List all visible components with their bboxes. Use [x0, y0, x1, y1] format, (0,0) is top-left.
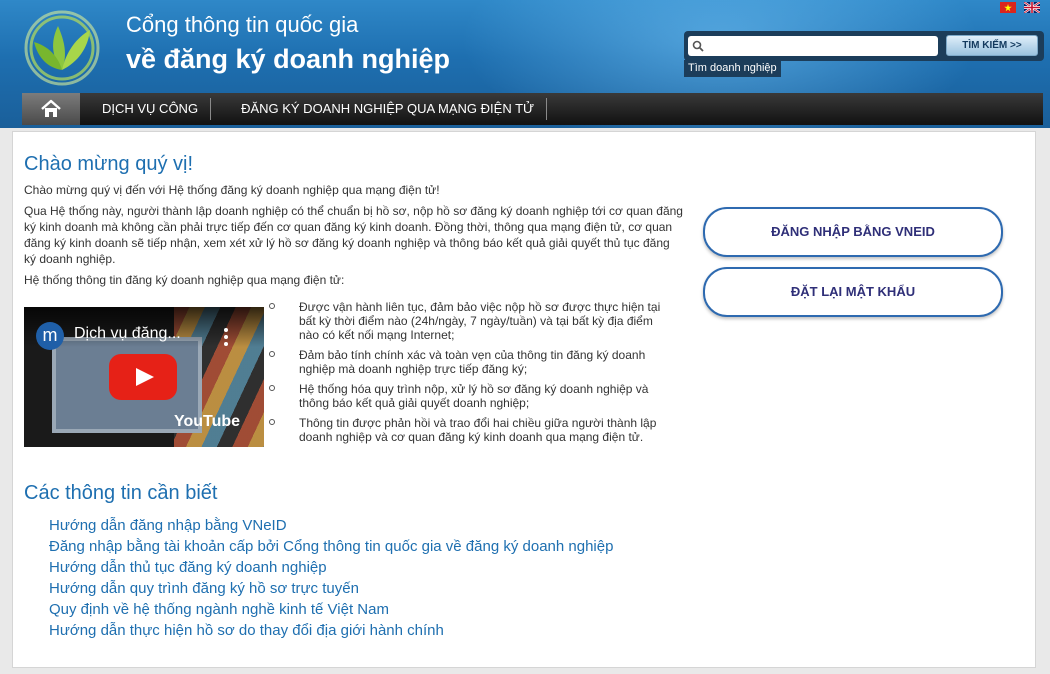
- feature-text: Hệ thống hóa quy trình nộp, xử lý hồ sơ …: [299, 382, 649, 410]
- youtube-video-embed[interactable]: m Dịch vụ đăng... YouTube: [24, 307, 264, 447]
- intro-paragraph-2: Qua Hệ thống này, người thành lập doanh …: [24, 204, 683, 266]
- list-item: Được vận hành liên tục, đảm bảo việc nộp…: [269, 300, 671, 342]
- uk-flag-icon[interactable]: [1024, 2, 1040, 13]
- list-item: Hướng dẫn thủ tục đăng ký doanh nghiệp: [49, 557, 613, 578]
- bullet-icon: [269, 351, 275, 357]
- search-field: [688, 36, 938, 56]
- bullet-icon: [269, 419, 275, 425]
- main-navbar: DỊCH VỤ CÔNG ĐĂNG KÝ DOANH NGHIỆP QUA MẠ…: [22, 93, 1043, 125]
- search-box: TÌM KIẾM >>: [684, 31, 1044, 61]
- bullet-icon: [269, 303, 275, 309]
- link-boundary-change-guide[interactable]: Hướng dẫn thực hiện hồ sơ do thay đổi đị…: [49, 622, 444, 639]
- welcome-heading: Chào mừng quý vị!: [24, 153, 194, 175]
- link-online-process-guide[interactable]: Hướng dẫn quy trình đăng ký hồ sơ trực t…: [49, 580, 359, 597]
- info-links-list: Hướng dẫn đăng nhập bằng VNeID Đăng nhập…: [49, 515, 613, 641]
- intro-paragraph-1: Chào mừng quý vị đến với Hệ thống đăng k…: [24, 183, 440, 197]
- main-content: Chào mừng quý vị! Chào mừng quý vị đến v…: [12, 131, 1036, 668]
- vietnam-flag-icon[interactable]: [1000, 2, 1016, 13]
- site-title-line2: về đăng ký doanh nghiệp: [126, 44, 451, 74]
- nav-item-dich-vu-cong[interactable]: DỊCH VỤ CÔNG: [90, 98, 212, 120]
- search-button[interactable]: TÌM KIẾM >>: [946, 35, 1038, 56]
- list-item: Đảm bảo tính chính xác và toàn vẹn của t…: [269, 348, 671, 376]
- site-header: Cổng thông tin quốc gia về đăng ký doanh…: [0, 0, 1050, 128]
- bullet-icon: [269, 385, 275, 391]
- youtube-logo[interactable]: YouTube: [174, 413, 240, 431]
- intro-paragraph-3: Hệ thống thông tin đăng ký doanh nghiệp …: [24, 273, 345, 287]
- channel-avatar[interactable]: m: [36, 322, 64, 350]
- list-item: Hướng dẫn đăng nhập bằng VNeID: [49, 515, 613, 536]
- list-item: Hướng dẫn quy trình đăng ký hồ sơ trực t…: [49, 578, 613, 599]
- link-industry-regulations[interactable]: Quy định về hệ thống ngành nghề kinh tế …: [49, 601, 389, 618]
- play-button-icon[interactable]: [109, 354, 177, 400]
- list-item: Thông tin được phản hồi và trao đổi hai …: [269, 416, 671, 444]
- more-options-icon[interactable]: [224, 327, 228, 347]
- feature-text: Đảm bảo tính chính xác và toàn vẹn của t…: [299, 348, 646, 376]
- link-portal-account-login[interactable]: Đăng nhập bằng tài khoản cấp bởi Cổng th…: [49, 538, 613, 555]
- reset-password-button[interactable]: ĐẶT LẠI MẬT KHẨU: [703, 267, 1003, 317]
- login-vneid-button[interactable]: ĐĂNG NHẬP BẰNG VNEID: [703, 207, 1003, 257]
- list-item: Quy định về hệ thống ngành nghề kinh tế …: [49, 599, 613, 620]
- list-item: Hệ thống hóa quy trình nộp, xử lý hồ sơ …: [269, 382, 671, 410]
- search-icon: [692, 40, 704, 52]
- feature-text: Thông tin được phản hồi và trao đổi hai …: [299, 416, 657, 444]
- list-item: Hướng dẫn thực hiện hồ sơ do thay đổi đị…: [49, 620, 613, 641]
- features-list: Được vận hành liên tục, đảm bảo việc nộp…: [269, 300, 671, 450]
- video-title[interactable]: Dịch vụ đăng...: [74, 325, 181, 343]
- search-input[interactable]: [706, 36, 934, 56]
- language-switcher: [1000, 2, 1040, 13]
- link-registration-procedure[interactable]: Hướng dẫn thủ tục đăng ký doanh nghiệp: [49, 559, 327, 576]
- portal-logo-icon[interactable]: [22, 4, 108, 90]
- link-vneid-guide[interactable]: Hướng dẫn đăng nhập bằng VNeID: [49, 517, 287, 534]
- search-tooltip: Tìm doanh nghiệp: [684, 60, 781, 77]
- info-heading: Các thông tin cần biết: [24, 482, 218, 504]
- nav-home-button[interactable]: [22, 93, 80, 125]
- feature-text: Được vận hành liên tục, đảm bảo việc nộp…: [299, 300, 661, 342]
- nav-item-dang-ky-doanh-nghiep[interactable]: ĐĂNG KÝ DOANH NGHIỆP QUA MẠNG ĐIỆN TỬ: [229, 98, 548, 120]
- list-item: Đăng nhập bằng tài khoản cấp bởi Cổng th…: [49, 536, 613, 557]
- site-title-line1: Cổng thông tin quốc gia: [126, 12, 359, 37]
- home-icon: [41, 99, 61, 117]
